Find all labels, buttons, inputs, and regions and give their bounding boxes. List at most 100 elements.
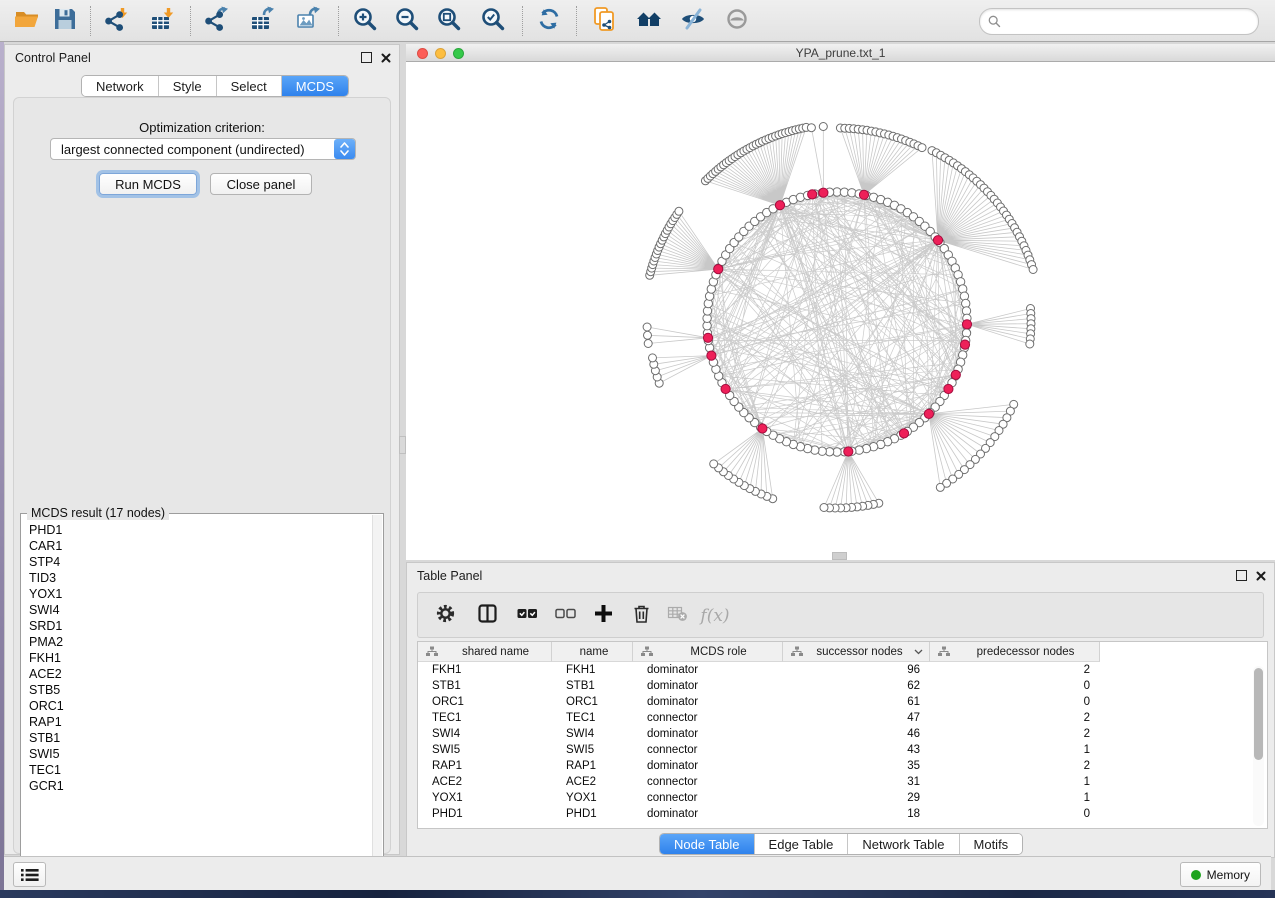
cell-successor-nodes: 31 bbox=[783, 776, 930, 788]
open-file-button[interactable] bbox=[10, 4, 44, 38]
float-panel-icon[interactable] bbox=[361, 52, 372, 63]
column-header-MCDS-role[interactable]: MCDS role bbox=[633, 642, 783, 662]
table-scrollbar-thumb[interactable] bbox=[1254, 668, 1263, 760]
show-details-button[interactable] bbox=[720, 4, 754, 38]
table-body: FKH1FKH1dominator962STB1STB1dominator620… bbox=[418, 662, 1267, 828]
task-history-button[interactable] bbox=[13, 862, 46, 887]
close-table-panel-icon[interactable] bbox=[1256, 571, 1266, 581]
tab-mcds[interactable]: MCDS bbox=[282, 76, 348, 96]
criterion-dropdown[interactable]: largest connected component (undirected) bbox=[50, 138, 356, 160]
export-network-button[interactable] bbox=[200, 4, 234, 38]
mcds-result-item[interactable]: STP4 bbox=[22, 554, 373, 570]
tab-edge-table[interactable]: Edge Table bbox=[755, 834, 849, 854]
mcds-result-item[interactable]: SRD1 bbox=[22, 618, 373, 634]
clone-network-button[interactable] bbox=[588, 4, 622, 38]
mcds-result-item[interactable]: SWI5 bbox=[22, 746, 373, 762]
import-network-button[interactable] bbox=[100, 4, 134, 38]
table-row[interactable]: TEC1TEC1connector472 bbox=[418, 710, 1267, 726]
zoom-selected-button[interactable] bbox=[476, 4, 510, 38]
table-row[interactable]: SWI5SWI5connector431 bbox=[418, 742, 1267, 758]
mcds-result-item[interactable]: YOX1 bbox=[22, 586, 373, 602]
table-row[interactable]: YOX1YOX1connector291 bbox=[418, 790, 1267, 806]
column-header-shared-name[interactable]: shared name bbox=[418, 642, 552, 662]
zoom-out-icon bbox=[394, 6, 420, 37]
control-panel-tabs: NetworkStyleSelectMCDS bbox=[81, 75, 349, 97]
mcds-result-item[interactable]: STB1 bbox=[22, 730, 373, 746]
cell-predecessor-nodes: 2 bbox=[930, 664, 1100, 676]
hide-details-button[interactable] bbox=[676, 4, 710, 38]
mcds-result-item[interactable]: STB5 bbox=[22, 682, 373, 698]
import-table-button[interactable] bbox=[146, 4, 180, 38]
tab-node-table[interactable]: Node Table bbox=[660, 834, 755, 854]
mcds-panel-card: Optimization criterion: largest connecte… bbox=[13, 97, 391, 854]
delete-table-button[interactable] bbox=[664, 603, 690, 629]
select-all-columns-button[interactable] bbox=[514, 603, 540, 629]
tab-select[interactable]: Select bbox=[217, 76, 282, 96]
refresh-button[interactable] bbox=[532, 4, 566, 38]
save-session-button[interactable] bbox=[48, 4, 82, 38]
search-input[interactable] bbox=[1001, 12, 1258, 32]
unselect-all-columns-button[interactable] bbox=[552, 603, 578, 629]
cell-shared-name: RAP1 bbox=[418, 760, 552, 772]
mcds-result-item[interactable]: FKH1 bbox=[22, 650, 373, 666]
cell-successor-nodes: 43 bbox=[783, 744, 930, 756]
mcds-result-item[interactable]: CAR1 bbox=[22, 538, 373, 554]
cell-shared-name: TEC1 bbox=[418, 712, 552, 724]
table-row[interactable]: PHD1PHD1dominator180 bbox=[418, 806, 1267, 822]
run-mcds-button[interactable]: Run MCDS bbox=[99, 173, 197, 195]
search-field[interactable] bbox=[979, 8, 1259, 35]
float-table-panel-icon[interactable] bbox=[1236, 570, 1247, 581]
close-panel-button[interactable]: Close panel bbox=[210, 173, 312, 195]
zoom-selected-icon bbox=[480, 6, 506, 37]
show-column-panel-button[interactable] bbox=[474, 603, 500, 629]
column-header-predecessor-nodes[interactable]: predecessor nodes bbox=[930, 642, 1100, 662]
column-header-name[interactable]: name bbox=[552, 642, 633, 662]
tab-network-table[interactable]: Network Table bbox=[848, 834, 959, 854]
mcds-result-item[interactable]: ACE2 bbox=[22, 666, 373, 682]
table-row[interactable]: ORC1ORC1dominator610 bbox=[418, 694, 1267, 710]
table-header-row: shared namenameMCDS rolesuccessor nodesp… bbox=[418, 642, 1100, 662]
zoom-out-button[interactable] bbox=[390, 4, 424, 38]
table-row[interactable]: STB1STB1dominator620 bbox=[418, 678, 1267, 694]
zoom-fit-button[interactable] bbox=[432, 4, 466, 38]
export-table-button[interactable] bbox=[246, 4, 280, 38]
mcds-result-item[interactable]: ORC1 bbox=[22, 698, 373, 714]
mcds-result-item[interactable]: TID3 bbox=[22, 570, 373, 586]
cell-name: ACE2 bbox=[552, 776, 633, 788]
mcds-result-item[interactable]: RAP1 bbox=[22, 714, 373, 730]
mcds-result-item[interactable]: PMA2 bbox=[22, 634, 373, 650]
network-window-titlebar[interactable]: YPA_prune.txt_1 bbox=[406, 44, 1275, 62]
mcds-result-item[interactable]: PHD1 bbox=[22, 522, 373, 538]
tab-style[interactable]: Style bbox=[159, 76, 217, 96]
table-row[interactable]: SWI4SWI4dominator462 bbox=[418, 726, 1267, 742]
column-header-successor-nodes[interactable]: successor nodes bbox=[783, 642, 930, 662]
horizontal-splitter-handle[interactable] bbox=[832, 552, 847, 560]
mcds-result-item[interactable]: GCR1 bbox=[22, 778, 373, 794]
function-builder-button[interactable]: f(x) bbox=[702, 603, 728, 629]
table-settings-button[interactable] bbox=[432, 603, 458, 629]
zoom-in-button[interactable] bbox=[348, 4, 382, 38]
memory-button[interactable]: Memory bbox=[1180, 862, 1261, 887]
tab-motifs[interactable]: Motifs bbox=[960, 834, 1023, 854]
mcds-result-list[interactable]: PHD1CAR1STP4TID3YOX1SWI4SRD1PMA2FKH1ACE2… bbox=[22, 522, 373, 883]
import-table-icon bbox=[150, 6, 176, 37]
mcds-result-title: MCDS result (17 nodes) bbox=[27, 506, 169, 520]
table-row[interactable]: ACE2ACE2connector311 bbox=[418, 774, 1267, 790]
hide-details-icon bbox=[680, 6, 706, 37]
mcds-result-item[interactable]: SWI4 bbox=[22, 602, 373, 618]
mcds-result-item[interactable]: TEC1 bbox=[22, 762, 373, 778]
table-row[interactable]: RAP1RAP1dominator352 bbox=[418, 758, 1267, 774]
add-column-button[interactable] bbox=[590, 603, 616, 629]
table-scrollbar[interactable] bbox=[1253, 666, 1264, 826]
tab-network[interactable]: Network bbox=[82, 76, 159, 96]
mcds-list-scrollbar[interactable] bbox=[372, 515, 382, 883]
cell-predecessor-nodes: 0 bbox=[930, 808, 1100, 820]
network-graph[interactable] bbox=[406, 62, 1275, 560]
export-image-button[interactable] bbox=[292, 4, 326, 38]
cell-shared-name: FKH1 bbox=[418, 664, 552, 676]
table-row[interactable]: FKH1FKH1dominator962 bbox=[418, 662, 1267, 678]
vertical-splitter-handle[interactable] bbox=[399, 436, 406, 454]
home-button[interactable] bbox=[632, 4, 666, 38]
close-panel-icon[interactable] bbox=[381, 53, 391, 63]
delete-column-button[interactable] bbox=[628, 603, 654, 629]
